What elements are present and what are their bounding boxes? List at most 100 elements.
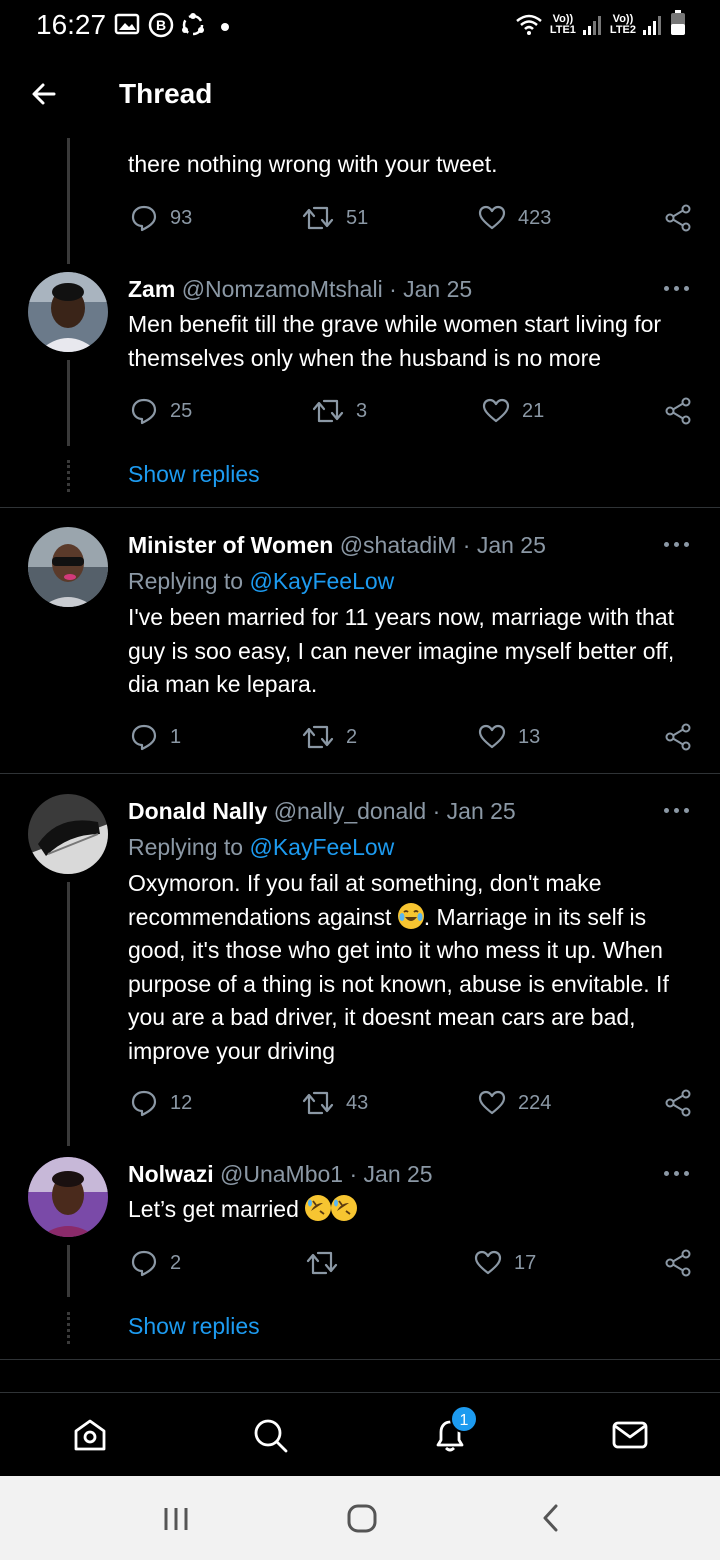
show-replies-link[interactable]: Show replies: [128, 461, 260, 488]
battery-icon: [671, 10, 685, 35]
sim1-label: Vo)) LTE1: [549, 13, 576, 36]
replying-to-link[interactable]: @KayFeeLow: [249, 834, 394, 860]
reply-icon: [131, 1090, 157, 1117]
thread-line: [67, 138, 70, 264]
reply-button[interactable]: 2: [130, 1249, 181, 1277]
thread-line: [67, 882, 70, 1146]
like-count: 224: [518, 1091, 552, 1114]
retweet-button[interactable]: 43: [302, 1089, 368, 1117]
svg-text:B: B: [156, 17, 166, 33]
like-count: 21: [522, 399, 545, 422]
user-handle[interactable]: @nally_donald: [274, 798, 427, 824]
tweet-meta: Donald Nally @nally_donald · Jan 25: [128, 798, 516, 825]
status-right: Vo)) LTE1 Vo)) LTE2: [514, 10, 686, 36]
user-name[interactable]: Minister of Women: [128, 532, 333, 558]
user-handle[interactable]: @shatadiM: [340, 532, 457, 558]
reply-count: 25: [170, 399, 193, 422]
tweet-meta: Nolwazi @UnaMbo1 · Jan 25: [128, 1161, 433, 1188]
like-button[interactable]: 224: [478, 1089, 551, 1117]
more-options-icon[interactable]: [664, 1170, 690, 1178]
like-button[interactable]: 13: [478, 723, 540, 751]
share-icon[interactable]: [664, 723, 692, 751]
status-bar: 16:27 B Vo)) LTE1 Vo)) LTE2: [0, 0, 720, 52]
retweet-count: 3: [356, 399, 368, 422]
tweet-date: · Jan 25: [389, 276, 473, 302]
more-notifications-dot: [221, 23, 229, 31]
retweet-button[interactable]: 51: [302, 204, 368, 232]
show-replies-link[interactable]: Show replies: [128, 1313, 260, 1340]
reply-icon: [131, 724, 157, 751]
tweet-meta: Minister of Women @shatadiM · Jan 25: [128, 532, 546, 559]
tweet-meta: Zam @NomzamoMtshali · Jan 25: [128, 276, 472, 303]
user-handle[interactable]: @UnaMbo1: [220, 1161, 343, 1187]
reply-count: 2: [170, 1251, 182, 1274]
retweet-icon: [302, 206, 334, 230]
like-button[interactable]: 21: [482, 397, 544, 425]
share-icon[interactable]: [664, 1249, 692, 1277]
share-icon[interactable]: [664, 204, 692, 232]
sim2-label: Vo)) LTE2: [609, 13, 636, 36]
bottom-navigation: 1: [0, 1392, 720, 1476]
avatar[interactable]: [28, 527, 108, 607]
user-name[interactable]: Nolwazi: [128, 1161, 214, 1187]
like-button[interactable]: 17: [474, 1249, 536, 1277]
share-icon[interactable]: [664, 1089, 692, 1117]
user-name[interactable]: Zam: [128, 276, 175, 302]
reply-icon: [131, 1250, 157, 1277]
more-options-icon[interactable]: [664, 807, 690, 815]
wifi-icon: [516, 14, 542, 35]
reply-button[interactable]: 12: [130, 1089, 192, 1117]
reply-count: 12: [170, 1091, 193, 1114]
like-count: 17: [514, 1251, 537, 1274]
like-count: 423: [518, 206, 552, 229]
home-button-icon[interactable]: [346, 1502, 378, 1534]
more-options-icon[interactable]: [664, 285, 690, 293]
avatar[interactable]: [28, 1157, 108, 1237]
retweet-button[interactable]: [306, 1249, 350, 1277]
retweet-button[interactable]: 3: [312, 397, 367, 425]
tweet-text: there nothing wrong with your tweet.: [128, 151, 498, 177]
heart-icon: [482, 398, 510, 423]
recent-apps-icon[interactable]: [160, 1502, 192, 1534]
retweet-count: 2: [346, 725, 358, 748]
avatar[interactable]: [28, 272, 108, 352]
tweet-date: · Jan 25: [432, 798, 516, 824]
retweet-icon: [312, 399, 344, 423]
retweet-count: 51: [346, 206, 369, 229]
messages-envelope-icon[interactable]: [610, 1415, 650, 1455]
user-name[interactable]: Donald Nally: [128, 798, 267, 824]
sync-icon: [182, 13, 204, 36]
like-count: 13: [518, 725, 541, 748]
reply-button[interactable]: 1: [130, 723, 181, 751]
reply-count: 1: [170, 725, 182, 748]
system-back-icon[interactable]: [536, 1502, 568, 1534]
more-options-icon[interactable]: [664, 541, 690, 549]
gallery-icon: [114, 13, 140, 35]
thread-header: Thread: [0, 52, 720, 138]
system-navigation-bar: [0, 1476, 720, 1560]
tweet-text: Oxymoron. If you fail at something, don'…: [128, 867, 698, 1068]
signal-1-icon: [582, 16, 601, 35]
retweet-count: 43: [346, 1091, 369, 1114]
replying-to-link[interactable]: @KayFeeLow: [249, 568, 394, 594]
divider: [0, 1359, 720, 1360]
back-arrow-icon[interactable]: [28, 78, 60, 110]
reply-button[interactable]: 25: [130, 397, 192, 425]
like-button[interactable]: 423: [478, 204, 551, 232]
search-icon[interactable]: [250, 1415, 290, 1455]
rofl-emoji-icon: [331, 1195, 358, 1221]
tears-of-joy-emoji-icon: [397, 902, 424, 929]
reply-button[interactable]: 93: [130, 204, 192, 232]
user-handle[interactable]: @NomzamoMtshali: [182, 276, 383, 302]
avatar[interactable]: [28, 794, 108, 874]
retweet-icon: [306, 1251, 338, 1275]
retweet-button[interactable]: 2: [302, 723, 357, 751]
home-icon[interactable]: [70, 1415, 110, 1455]
retweet-icon: [302, 1091, 334, 1115]
signal-2-icon: [643, 16, 661, 35]
retweet-icon: [302, 725, 334, 749]
heart-icon: [474, 1250, 502, 1275]
share-icon[interactable]: [664, 397, 692, 425]
thread-dots: [67, 460, 70, 492]
thread-dots: [67, 1312, 70, 1344]
